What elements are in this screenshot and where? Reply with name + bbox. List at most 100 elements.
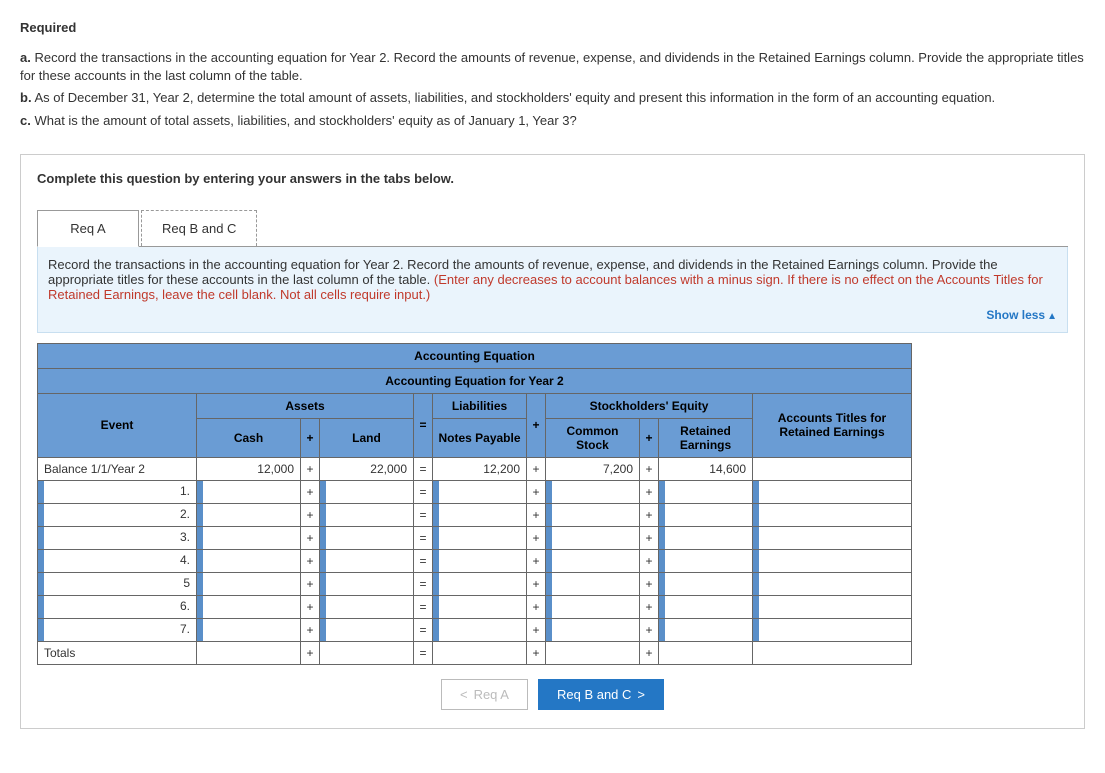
event-cell[interactable]: 1. (38, 480, 197, 503)
balance-cash: 12,000 (197, 457, 301, 480)
event-cell[interactable]: 6. (38, 595, 197, 618)
op-plus: + (640, 618, 659, 641)
titles-input[interactable] (753, 480, 912, 503)
cash-input[interactable] (197, 618, 301, 641)
op-plus: + (527, 503, 546, 526)
totals-label: Totals (38, 641, 197, 664)
retained-input[interactable] (659, 526, 753, 549)
item-a-bold: a. (20, 50, 31, 65)
common-input[interactable] (546, 618, 640, 641)
retained-input[interactable] (659, 595, 753, 618)
op-plus: + (640, 503, 659, 526)
land-input[interactable] (320, 572, 414, 595)
event-cell[interactable]: 2. (38, 503, 197, 526)
common-input[interactable] (546, 503, 640, 526)
op-plus: + (301, 618, 320, 641)
cash-input[interactable] (197, 480, 301, 503)
notes-input[interactable] (433, 503, 527, 526)
land-input[interactable] (320, 595, 414, 618)
table-row: 4.+=++ (38, 549, 912, 572)
titles-input[interactable] (753, 549, 912, 572)
cash-input[interactable] (197, 503, 301, 526)
table-title-2: Accounting Equation for Year 2 (38, 368, 912, 393)
op-eq: = (414, 572, 433, 595)
balance-label: Balance 1/1/Year 2 (38, 457, 197, 480)
header-liabilities: Liabilities (433, 393, 527, 418)
prev-button[interactable]: < Req A (441, 679, 528, 710)
titles-input[interactable] (753, 526, 912, 549)
op-plus: + (640, 641, 659, 664)
notes-input[interactable] (433, 618, 527, 641)
op-eq: = (414, 457, 433, 480)
op-plus: + (640, 480, 659, 503)
header-op-plus-2: + (301, 418, 320, 457)
common-input[interactable] (546, 572, 640, 595)
balance-notes: 12,200 (433, 457, 527, 480)
cash-input[interactable] (197, 572, 301, 595)
header-op-eq-1: = (414, 393, 433, 457)
totals-common (546, 641, 640, 664)
common-input[interactable] (546, 526, 640, 549)
event-cell[interactable]: 4. (38, 549, 197, 572)
retained-input[interactable] (659, 572, 753, 595)
notes-input[interactable] (433, 595, 527, 618)
prev-button-label: Req A (474, 687, 509, 702)
op-eq: = (414, 618, 433, 641)
cash-input[interactable] (197, 526, 301, 549)
op-plus: + (527, 526, 546, 549)
op-plus: + (527, 572, 546, 595)
titles-input[interactable] (753, 572, 912, 595)
event-cell[interactable]: 7. (38, 618, 197, 641)
balance-retained: 14,600 (659, 457, 753, 480)
row-balance: Balance 1/1/Year 2 12,000 + 22,000 = 12,… (38, 457, 912, 480)
header-common-stock: Common Stock (546, 418, 640, 457)
event-cell[interactable]: 3. (38, 526, 197, 549)
intro-block: a. Record the transactions in the accoun… (20, 49, 1085, 130)
op-plus: + (301, 572, 320, 595)
land-input[interactable] (320, 503, 414, 526)
totals-notes (433, 641, 527, 664)
show-less-toggle[interactable]: Show less▲ (48, 308, 1057, 322)
op-plus: + (301, 549, 320, 572)
item-c-bold: c. (20, 113, 31, 128)
common-input[interactable] (546, 480, 640, 503)
header-cash: Cash (197, 418, 301, 457)
item-b-text: As of December 31, Year 2, determine the… (34, 90, 995, 105)
land-input[interactable] (320, 618, 414, 641)
op-plus: + (527, 595, 546, 618)
table-row: 6.+=++ (38, 595, 912, 618)
titles-input[interactable] (753, 503, 912, 526)
cash-input[interactable] (197, 549, 301, 572)
accounting-equation-table: Accounting Equation Accounting Equation … (37, 343, 912, 665)
op-plus: + (640, 595, 659, 618)
land-input[interactable] (320, 480, 414, 503)
notes-input[interactable] (433, 572, 527, 595)
question-box: Complete this question by entering your … (20, 154, 1085, 729)
common-input[interactable] (546, 595, 640, 618)
op-plus: + (640, 457, 659, 480)
next-button[interactable]: Req B and C > (538, 679, 664, 710)
common-input[interactable] (546, 549, 640, 572)
tab-req-a[interactable]: Req A (37, 210, 139, 247)
notes-input[interactable] (433, 480, 527, 503)
tab-req-b-and-c[interactable]: Req B and C (141, 210, 257, 246)
retained-input[interactable] (659, 549, 753, 572)
retained-input[interactable] (659, 480, 753, 503)
notes-input[interactable] (433, 526, 527, 549)
notes-input[interactable] (433, 549, 527, 572)
retained-input[interactable] (659, 503, 753, 526)
op-eq: = (414, 595, 433, 618)
op-eq: = (414, 503, 433, 526)
op-plus: + (527, 641, 546, 664)
titles-input[interactable] (753, 618, 912, 641)
op-plus: + (301, 457, 320, 480)
cash-input[interactable] (197, 595, 301, 618)
titles-input[interactable] (753, 595, 912, 618)
land-input[interactable] (320, 549, 414, 572)
totals-titles (753, 641, 912, 664)
header-assets: Assets (197, 393, 414, 418)
retained-input[interactable] (659, 618, 753, 641)
op-plus: + (640, 526, 659, 549)
land-input[interactable] (320, 526, 414, 549)
event-cell[interactable]: 5 (38, 572, 197, 595)
